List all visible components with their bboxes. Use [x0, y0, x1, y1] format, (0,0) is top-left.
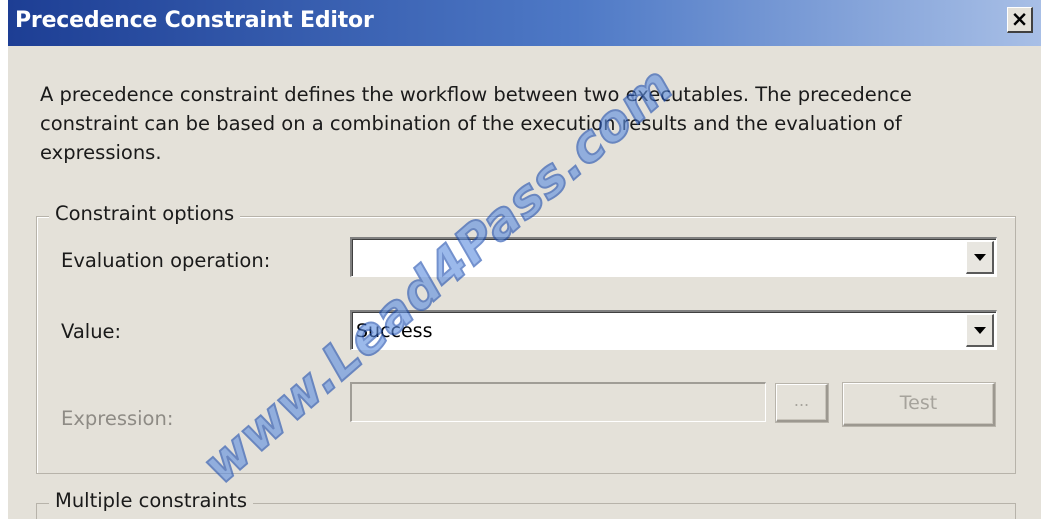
value-select[interactable]: Success	[350, 310, 997, 350]
constraint-options-legend: Constraint options	[49, 202, 241, 225]
close-button[interactable]: ×	[1007, 7, 1033, 33]
value-dropdown-button[interactable]	[966, 314, 994, 347]
multiple-constraints-group: Multiple constraints	[36, 489, 1016, 519]
precedence-constraint-dialog: Precedence Constraint Editor × A precede…	[8, 0, 1041, 519]
chevron-down-icon	[974, 254, 986, 261]
expression-browse-button[interactable]: ...	[776, 384, 828, 422]
window-title: Precedence Constraint Editor	[15, 8, 374, 33]
evaluation-operation-select[interactable]	[350, 237, 997, 277]
evaluation-operation-label: Evaluation operation:	[61, 249, 271, 272]
chevron-down-icon	[974, 327, 986, 334]
ellipsis-icon: ...	[793, 391, 810, 410]
expression-label: Expression:	[61, 407, 174, 430]
description-text: A precedence constraint defines the work…	[40, 83, 912, 164]
test-button-label: Test	[899, 392, 938, 414]
evaluation-operation-dropdown-button[interactable]	[966, 241, 994, 274]
value-selected: Success	[356, 320, 433, 342]
multiple-constraints-legend: Multiple constraints	[49, 489, 254, 512]
expression-input[interactable]	[350, 382, 766, 422]
value-label: Value:	[61, 320, 122, 343]
close-icon: ×	[1010, 7, 1029, 31]
constraint-options-group: Constraint options Evaluation operation:…	[36, 202, 1016, 474]
test-button[interactable]: Test	[843, 383, 995, 426]
title-bar[interactable]: Precedence Constraint Editor ×	[8, 0, 1041, 46]
